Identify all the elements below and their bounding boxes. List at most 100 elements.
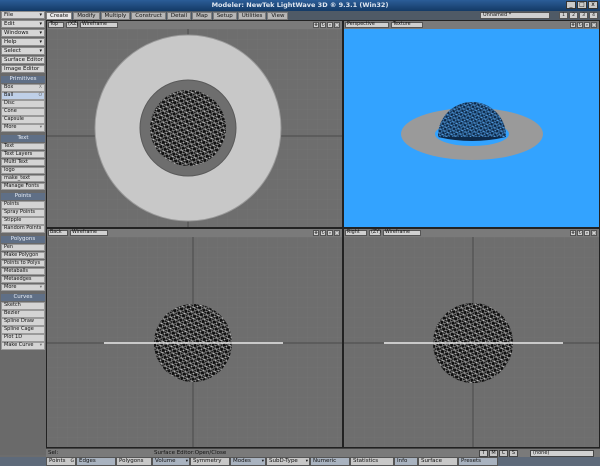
view-select[interactable]: Right <box>345 230 367 236</box>
tool-points-to-polys[interactable]: Points to Polys <box>1 259 45 267</box>
minimize-button[interactable]: _ <box>566 1 576 9</box>
tool-make-curve[interactable]: Make Curve ▾ <box>1 342 45 350</box>
tab-setup[interactable]: Setup <box>212 12 237 20</box>
mode-polygons-button[interactable]: Polygons <box>116 457 152 466</box>
tool-metaedges[interactable]: Metaedges <box>1 275 45 283</box>
maximize-view-icon[interactable]: ▢ <box>591 230 597 236</box>
menu-select-button[interactable]: Select ▾ <box>1 47 45 55</box>
tool-points[interactable]: Points <box>1 201 45 209</box>
tool-spline-draw[interactable]: Spline Draw <box>1 318 45 326</box>
surface-select[interactable]: (none) <box>530 450 594 457</box>
tool-text[interactable]: Text <box>1 142 45 150</box>
rotate-view-icon[interactable]: ↻ <box>320 22 326 28</box>
mode-edges-button[interactable]: Edges <box>76 457 116 466</box>
tool-spline-cage[interactable]: Spline Cage <box>1 326 45 334</box>
render-mode-select[interactable]: Wireframe <box>70 230 108 236</box>
move-view-icon[interactable]: ✥ <box>313 230 319 236</box>
maximize-button[interactable]: □ <box>577 1 587 9</box>
render-mode-select[interactable]: Wireframe <box>80 22 118 28</box>
tab-create[interactable]: Create <box>46 12 73 20</box>
mode-symmetry-button[interactable]: Symmetry <box>190 457 230 466</box>
mode-presets-button[interactable]: Presets <box>458 457 498 466</box>
tool-multi-text[interactable]: Multi Text <box>1 158 45 166</box>
tab-view[interactable]: View <box>267 12 289 20</box>
tool-metaballs[interactable]: Metaballs <box>1 267 45 275</box>
mode-numeric-button[interactable]: Numeric <box>310 457 350 466</box>
tool-spray-points[interactable]: Spray Points <box>1 209 45 217</box>
object-layer-select[interactable]: Unnamed * <box>480 12 550 19</box>
view-select[interactable]: Top <box>48 22 64 28</box>
mode-subd-type-button[interactable]: SubD-Type ▾ <box>266 457 310 466</box>
mode-info-button[interactable]: Info <box>394 457 418 466</box>
tool-logo[interactable]: logo <box>1 166 45 174</box>
zoom-view-icon[interactable]: ⌕ <box>327 230 333 236</box>
toggle-s-button[interactable]: S <box>509 450 518 457</box>
viewport-perspective[interactable]: Perspective Texture ✥ ↻ ⌕ ▢ <box>343 20 600 228</box>
tool-plot-1d[interactable]: Plot 1D <box>1 334 45 342</box>
menu-file-button[interactable]: File ▾ <box>1 11 45 19</box>
toggle-t-button[interactable]: T <box>479 450 488 457</box>
zoom-view-icon[interactable]: ⌕ <box>327 22 333 28</box>
tab-multiply[interactable]: Multiply <box>100 12 131 20</box>
toggle-c-button[interactable]: C <box>499 450 508 457</box>
view-select[interactable]: Perspective <box>345 22 389 28</box>
viewport-right[interactable]: Right (ZY) Wireframe ✥ ↻ ⌕ ▢ <box>343 228 600 448</box>
render-mode-select[interactable]: Wireframe <box>383 230 421 236</box>
mode-points-button[interactable]: Points G <box>46 457 76 466</box>
close-button[interactable]: x <box>588 1 598 9</box>
menu-help-button[interactable]: Help ▾ <box>1 38 45 46</box>
tab-utilities[interactable]: Utilities <box>237 12 267 20</box>
mode-surface-button[interactable]: Surface <box>418 457 458 466</box>
tool-more[interactable]: More ▾ <box>1 124 45 132</box>
viewport-top[interactable]: Top (XZ) Wireframe ✥ ↻ ⌕ ▢ <box>46 20 343 228</box>
tool-disc[interactable]: Disc <box>1 100 45 108</box>
axis-select[interactable]: (XZ) <box>66 22 78 28</box>
tool-make_text[interactable]: make_text <box>1 174 45 182</box>
viewport-back[interactable]: Back Wireframe ✥ ↻ ⌕ ▢ <box>46 228 343 448</box>
tool-sketch[interactable]: Sketch <box>1 302 45 310</box>
tool-make-polygon[interactable]: Make Polygon <box>1 251 45 259</box>
tool-pen[interactable]: Pen <box>1 243 45 251</box>
tab-modify[interactable]: Modify <box>73 12 100 20</box>
axis-select[interactable]: (ZY) <box>369 230 381 236</box>
tab-bar: Create Modify Multiply Construct Detail Map Se… <box>46 11 600 20</box>
tab-detail[interactable]: Detail <box>166 12 192 20</box>
tool-stipple[interactable]: Stipple <box>1 217 45 225</box>
tool-random-points[interactable]: Random Points <box>1 225 45 233</box>
menu-image-editor-button[interactable]: Image Editor <box>1 65 45 73</box>
maximize-view-icon[interactable]: ▢ <box>591 22 597 28</box>
tab-construct[interactable]: Construct <box>131 12 166 20</box>
tool-cone[interactable]: Cone <box>1 108 45 116</box>
render-mode-select[interactable]: Texture <box>391 22 423 28</box>
mode-modes-button[interactable]: Modes ▾ <box>230 457 266 466</box>
rotate-view-icon[interactable]: ↻ <box>320 230 326 236</box>
toggle-m-button[interactable]: M <box>489 450 498 457</box>
tool-more[interactable]: More ▾ <box>1 283 45 291</box>
mode-volume-button[interactable]: Volume ▾ <box>152 457 190 466</box>
layer-button[interactable]: 4 <box>589 12 598 19</box>
zoom-view-icon[interactable]: ⌕ <box>584 230 590 236</box>
menu-windows-button[interactable]: Windows ▾ <box>1 29 45 37</box>
tool-capsule[interactable]: Capsule <box>1 116 45 124</box>
layer-button[interactable]: 3 <box>579 12 588 19</box>
rotate-view-icon[interactable]: ↻ <box>577 230 583 236</box>
tool-bezier[interactable]: Bezier <box>1 310 45 318</box>
tool-ball[interactable]: Ball O <box>1 92 45 100</box>
move-view-icon[interactable]: ✥ <box>570 230 576 236</box>
tool-box[interactable]: Box X <box>1 84 45 92</box>
move-view-icon[interactable]: ✥ <box>313 22 319 28</box>
rotate-view-icon[interactable]: ↻ <box>577 22 583 28</box>
menu-edit-button[interactable]: Edit ▾ <box>1 20 45 28</box>
tool-text-layers[interactable]: Text Layers <box>1 150 45 158</box>
move-view-icon[interactable]: ✥ <box>570 22 576 28</box>
menu-surface-editor-button[interactable]: Surface Editor <box>1 56 45 64</box>
layer-button[interactable]: 2 <box>569 12 578 19</box>
layer-button[interactable]: 1 <box>559 12 568 19</box>
tool-manage-fonts[interactable]: Manage Fonts <box>1 182 45 190</box>
zoom-view-icon[interactable]: ⌕ <box>584 22 590 28</box>
maximize-view-icon[interactable]: ▢ <box>334 22 340 28</box>
mode-statistics-button[interactable]: Statistics <box>350 457 394 466</box>
tab-map[interactable]: Map <box>192 12 212 20</box>
maximize-view-icon[interactable]: ▢ <box>334 230 340 236</box>
view-select[interactable]: Back <box>48 230 68 236</box>
